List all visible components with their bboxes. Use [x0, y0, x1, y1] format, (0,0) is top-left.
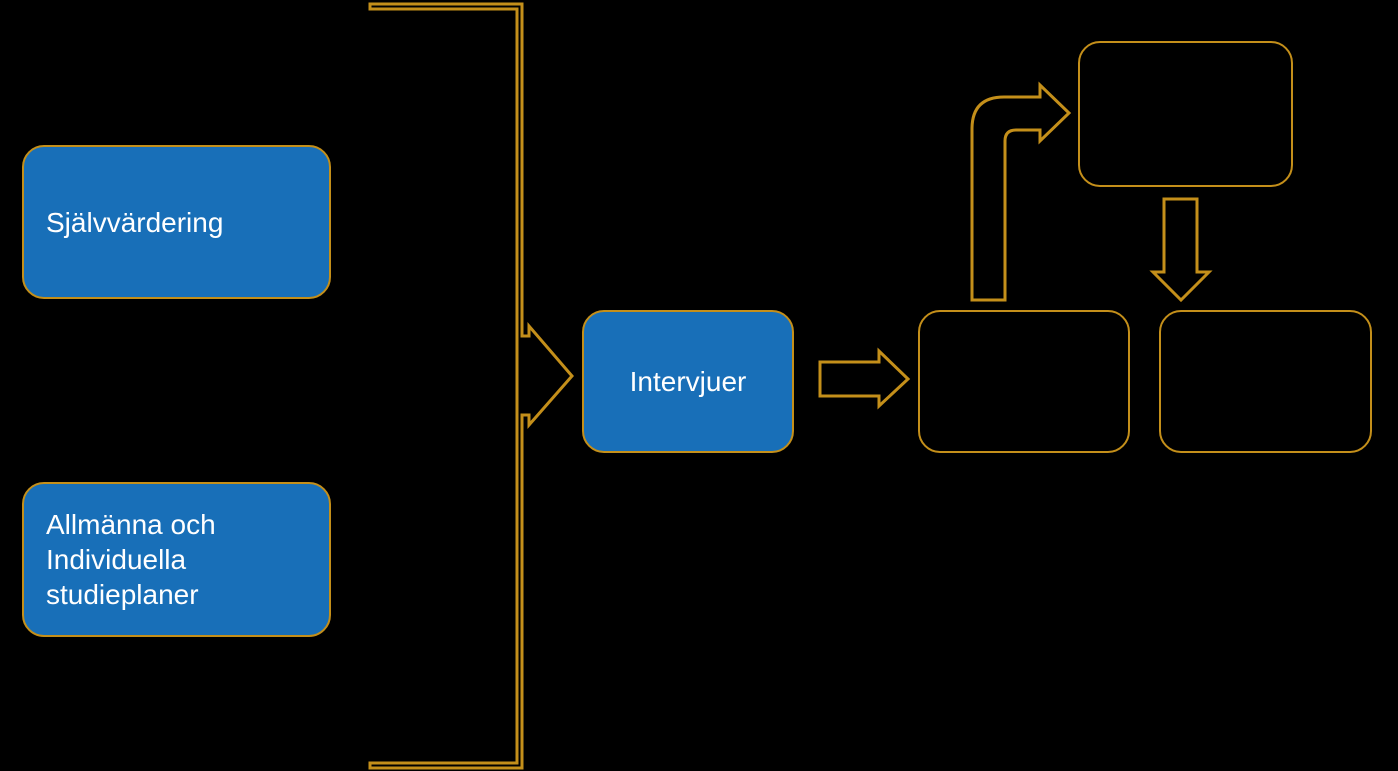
label-line3: studieplaner — [46, 577, 199, 612]
node-interviews: Intervjuer — [582, 310, 794, 453]
label-line1: Allmänna och — [46, 507, 216, 542]
node-empty-main — [918, 310, 1130, 453]
node-study-plans: Allmänna och Individuella studieplaner — [22, 482, 331, 637]
node-empty-top — [1078, 41, 1293, 187]
node-empty-right — [1159, 310, 1372, 453]
node-self-assessment: Självvärdering — [22, 145, 331, 299]
label-line2: Individuella — [46, 542, 186, 577]
arrow-interviews-to-main — [820, 351, 908, 406]
label: Intervjuer — [630, 364, 747, 399]
arrow-main-to-top — [972, 85, 1069, 300]
arrow-top-to-right — [1153, 199, 1209, 300]
bracket-arrow — [370, 4, 572, 768]
label: Självvärdering — [46, 205, 223, 240]
